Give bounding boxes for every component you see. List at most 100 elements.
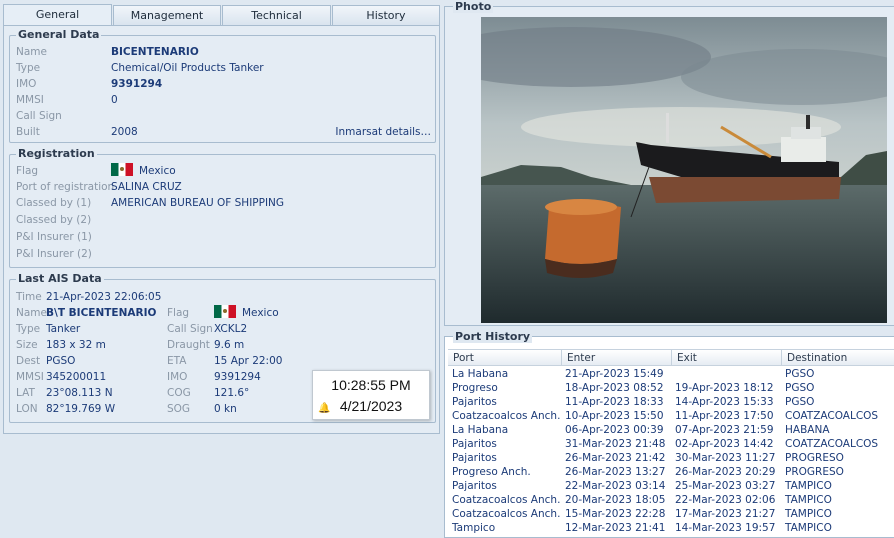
- column-header-destination[interactable]: Destination: [781, 350, 894, 366]
- field-label: Size: [16, 339, 38, 351]
- field-label: Classed by (2): [16, 214, 92, 226]
- exit-cell: 25-Mar-2023 03:27: [675, 480, 776, 492]
- built-value: 2008: [111, 126, 138, 138]
- port-cell: La Habana: [452, 368, 509, 380]
- destination-cell: PGSO: [785, 382, 815, 394]
- field-label: Time: [16, 291, 42, 303]
- flag-country: Mexico: [139, 165, 176, 177]
- field-label: LAT: [16, 387, 35, 399]
- tab-management[interactable]: Management: [113, 5, 221, 26]
- port-history-title: Port History: [453, 330, 533, 343]
- field-label: Draught: [167, 339, 210, 351]
- table-row[interactable]: Progreso Anch. 26-Mar-2023 13:27 26-Mar-20…: [448, 465, 894, 479]
- enter-cell: 26-Mar-2023 13:27: [565, 466, 666, 478]
- destination-cell: PROGRESO: [785, 452, 844, 464]
- destination-cell: TAMPICO: [785, 508, 832, 520]
- clock-date: 4/21/2023: [339, 398, 403, 414]
- destination-cell: TAMPICO: [785, 522, 832, 534]
- column-header-exit[interactable]: Exit: [671, 350, 781, 366]
- field-label: Dest: [16, 355, 41, 367]
- table-row[interactable]: Pajaritos 26-Mar-2023 21:42 30-Mar-2023 11…: [448, 451, 894, 465]
- table-row[interactable]: Progreso 18-Apr-2023 08:52 19-Apr-2023 18:…: [448, 381, 894, 395]
- enter-cell: 12-Mar-2023 21:41: [565, 522, 666, 534]
- exit-cell: 11-Apr-2023 17:50: [675, 410, 774, 422]
- photo-title: Photo: [453, 0, 494, 13]
- table-row[interactable]: Coatzacoalcos Anch. 10-Apr-2023 15:50 11-A…: [448, 409, 894, 423]
- photo-panel: Photo: [444, 0, 894, 326]
- port-cell: Progreso Anch.: [452, 466, 531, 478]
- port-cell: Pajaritos: [452, 480, 497, 492]
- registration-group: Registration Flag Mexico Port of registr…: [9, 147, 436, 268]
- enter-cell: 22-Mar-2023 03:14: [565, 480, 666, 492]
- tab-history[interactable]: History: [332, 5, 440, 26]
- enter-cell: 15-Mar-2023 22:28: [565, 508, 666, 520]
- ais-mmsi-value: 345200011: [46, 371, 107, 383]
- table-row[interactable]: La Habana 21-Apr-2023 15:49 PGSO: [448, 367, 894, 381]
- table-row[interactable]: Tampico 12-Mar-2023 21:41 14-Mar-2023 19:5…: [448, 521, 894, 535]
- tab-strip: General Management Technical History: [3, 4, 440, 26]
- enter-cell: 31-Mar-2023 21:48: [565, 438, 666, 450]
- field-label: COG: [167, 387, 191, 399]
- table-row[interactable]: Coatzacoalcos Anch. 15-Mar-2023 22:28 17-M…: [448, 507, 894, 521]
- field-label: IMO: [16, 78, 37, 90]
- general-data-title: General Data: [16, 28, 102, 41]
- tab-general[interactable]: General: [3, 4, 112, 26]
- table-row[interactable]: Pajaritos 22-Mar-2023 03:14 25-Mar-2023 03…: [448, 479, 894, 493]
- vessel-type-value: Chemical/Oil Products Tanker: [111, 62, 264, 74]
- field-label: Type: [16, 323, 41, 335]
- port-cell: Pajaritos: [452, 452, 497, 464]
- destination-cell: TAMPICO: [785, 480, 832, 492]
- inmarsat-details-link[interactable]: Inmarsat details…: [335, 124, 431, 140]
- field-label: Type: [16, 62, 41, 74]
- exit-cell: 07-Apr-2023 21:59: [675, 424, 774, 436]
- mexico-flag-icon: [214, 305, 236, 318]
- field-label: Flag: [16, 165, 39, 177]
- field-label: LON: [16, 403, 38, 415]
- mmsi-value: 0: [111, 94, 118, 106]
- classed-by-1-value: AMERICAN BUREAU OF SHIPPING: [111, 197, 285, 209]
- general-data-group: General Data Name BICENTENARIO Type Chem…: [9, 28, 436, 143]
- tab-technical[interactable]: Technical: [222, 5, 331, 26]
- port-cell: Coatzacoalcos Anch.: [452, 410, 561, 422]
- field-label: P&I Insurer (1): [16, 231, 92, 243]
- port-cell: Coatzacoalcos Anch.: [452, 508, 561, 520]
- table-row[interactable]: Coatzacoalcos Anch. 20-Mar-2023 18:05 22-M…: [448, 493, 894, 507]
- destination-cell: PROGRESO: [785, 466, 844, 478]
- field-label: ETA: [167, 355, 187, 367]
- ais-size-value: 183 x 32 m: [46, 339, 106, 351]
- field-label: Name: [16, 46, 47, 58]
- table-row[interactable]: La Habana 06-Apr-2023 00:39 07-Apr-2023 21…: [448, 423, 894, 437]
- port-cell: Coatzacoalcos Anch.: [452, 494, 561, 506]
- enter-cell: 20-Mar-2023 18:05: [565, 494, 666, 506]
- field-label: SOG: [167, 403, 191, 415]
- enter-cell: 10-Apr-2023 15:50: [565, 410, 664, 422]
- port-cell: Pajaritos: [452, 396, 497, 408]
- field-label: Classed by (1): [16, 197, 92, 209]
- port-of-registration-value: SALINA CRUZ: [111, 181, 182, 193]
- ais-imo-value: 9391294: [214, 371, 261, 383]
- port-history-rows: La Habana 21-Apr-2023 15:49 PGSO Progreso 18…: [448, 367, 894, 535]
- ais-lon-value: 82°19.769 W: [46, 403, 116, 415]
- destination-cell: PGSO: [785, 396, 815, 408]
- field-label: P&I Insurer (2): [16, 248, 92, 260]
- vessel-name-value: BICENTENARIO: [111, 46, 199, 58]
- table-row[interactable]: Pajaritos 11-Apr-2023 18:33 14-Apr-2023 15…: [448, 395, 894, 409]
- column-header-port[interactable]: Port: [448, 350, 561, 366]
- destination-cell: TAMPICO: [785, 494, 832, 506]
- column-header-enter[interactable]: Enter: [561, 350, 671, 366]
- ais-flag-value: Mexico: [214, 305, 279, 321]
- exit-cell: 22-Mar-2023 02:06: [675, 494, 776, 506]
- taskbar-clock-popup[interactable]: 10:28:55 PM 🔔 4/21/2023: [312, 370, 430, 420]
- field-label: Call Sign: [167, 323, 213, 335]
- flag-value: Mexico: [111, 163, 176, 179]
- ais-flag-country: Mexico: [242, 307, 279, 319]
- field-label: Call Sign: [16, 110, 62, 122]
- enter-cell: 26-Mar-2023 21:42: [565, 452, 666, 464]
- table-row[interactable]: Pajaritos 31-Mar-2023 21:48 02-Apr-2023 14…: [448, 437, 894, 451]
- ais-name-value: B\T BICENTENARIO: [46, 307, 157, 319]
- field-label: Port of registration: [16, 181, 115, 193]
- enter-cell: 11-Apr-2023 18:33: [565, 396, 664, 408]
- ais-dest-value: PGSO: [46, 355, 76, 367]
- destination-cell: HABANA: [785, 424, 830, 436]
- clock-time: 10:28:55 PM: [331, 377, 411, 393]
